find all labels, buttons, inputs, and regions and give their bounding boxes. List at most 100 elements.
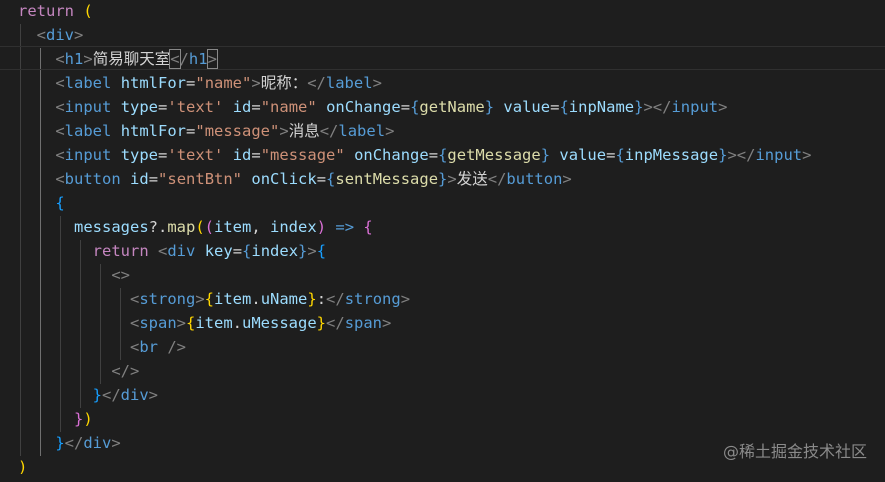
- code-token: htmlFor: [120, 122, 187, 140]
- code-token: getMessage: [447, 146, 541, 164]
- code-token: {: [438, 146, 448, 164]
- code-token: 发送: [456, 170, 488, 188]
- code-token: id: [130, 170, 149, 188]
- code-token: <: [55, 74, 65, 92]
- code-token: >: [148, 386, 159, 404]
- code-line[interactable]: <span>{item.uMessage}</span>: [18, 311, 391, 335]
- code-token: item: [195, 314, 233, 332]
- code-token: 昵称：: [260, 74, 308, 92]
- code-token: (: [83, 2, 93, 20]
- code-line[interactable]: }</div>: [18, 383, 158, 407]
- code-token: "message": [260, 146, 345, 164]
- code-token: </: [326, 290, 345, 308]
- code-token: id: [232, 146, 252, 164]
- code-line[interactable]: messages?.map((item, index) => {: [18, 215, 373, 239]
- code-token: >: [279, 122, 289, 140]
- code-line[interactable]: return (: [18, 0, 93, 23]
- code-token: inpName: [568, 98, 635, 116]
- code-token: >: [372, 74, 382, 92]
- code-token: {: [363, 218, 373, 236]
- code-token: "sentBtn": [158, 170, 243, 188]
- code-token: </>: [111, 362, 140, 380]
- code-line-current[interactable]: <h1>简易聊天室</h1>: [0, 46, 885, 70]
- code-token: label: [64, 122, 112, 140]
- code-token: {: [242, 242, 252, 260]
- code-token: span: [139, 314, 177, 332]
- code-line[interactable]: <>: [18, 263, 130, 287]
- code-token: }: [316, 314, 327, 332]
- code-token: </: [64, 434, 84, 452]
- code-token: return: [92, 242, 149, 260]
- code-line[interactable]: <br />: [18, 335, 186, 359]
- code-line[interactable]: {: [18, 191, 65, 215]
- code-token: inpMessage: [624, 146, 719, 164]
- code-token: <: [55, 50, 65, 68]
- code-token: label: [325, 74, 373, 92]
- code-token: {: [316, 242, 327, 260]
- code-token: >: [195, 290, 205, 308]
- code-token: messages: [74, 218, 149, 236]
- code-token: }: [484, 98, 495, 116]
- code-token: >: [83, 50, 93, 68]
- code-token: onChange: [326, 98, 401, 116]
- code-token: span: [344, 314, 383, 332]
- code-line[interactable]: }</div>: [18, 431, 121, 455]
- code-editor[interactable]: return ( <div> <h1>简易聊天室</h1> <label htm…: [0, 0, 885, 482]
- code-token: value: [503, 98, 551, 116]
- code-line[interactable]: <input type='text' id="name" onChange={g…: [18, 95, 727, 119]
- code-token: >: [400, 290, 411, 308]
- code-token: }: [55, 434, 65, 452]
- code-token: input: [64, 146, 112, 164]
- code-token: >: [176, 314, 186, 332]
- code-token: </: [487, 170, 507, 188]
- code-token: label: [64, 74, 112, 92]
- code-line[interactable]: <input type='text' id="message" onChange…: [18, 143, 811, 167]
- code-line[interactable]: return <div key={index}>{: [18, 239, 326, 263]
- code-token: <: [129, 338, 140, 356]
- code-token: }: [298, 242, 308, 260]
- code-token: ): [316, 218, 327, 236]
- code-line[interactable]: ): [18, 455, 27, 479]
- code-token: div: [46, 26, 75, 44]
- code-token: >: [562, 170, 572, 188]
- code-line[interactable]: <div>: [18, 23, 84, 47]
- code-token: onChange: [354, 146, 429, 164]
- code-line[interactable]: }): [18, 407, 93, 431]
- code-token: {: [615, 146, 625, 164]
- code-token: index: [251, 242, 299, 260]
- code-line[interactable]: </>: [18, 359, 139, 383]
- code-token: input: [671, 98, 719, 116]
- code-token: h1: [188, 50, 208, 68]
- code-line[interactable]: <button id="sentBtn" onClick={sentMessag…: [18, 167, 572, 191]
- code-token: sentMessage: [335, 170, 439, 188]
- code-line[interactable]: <label htmlFor="name">昵称：</label>: [18, 71, 382, 95]
- code-token: {: [55, 194, 65, 212]
- code-token: {: [410, 98, 420, 116]
- code-token: item: [214, 218, 252, 236]
- code-token: uName: [260, 290, 308, 308]
- code-token: {: [326, 170, 336, 188]
- code-token: htmlFor: [120, 74, 187, 92]
- code-line[interactable]: <strong>{item.uName}:</strong>: [18, 287, 410, 311]
- code-token: >: [74, 26, 84, 44]
- watermark: @稀土掘金技术社区: [722, 442, 867, 461]
- code-token: label: [338, 122, 386, 140]
- code-token: <: [36, 26, 47, 44]
- code-token: (: [195, 218, 205, 236]
- code-token: 'text': [167, 146, 224, 164]
- code-line[interactable]: <label htmlFor="message">消息</label>: [18, 119, 394, 143]
- code-token: ): [83, 410, 93, 428]
- code-token: ): [18, 458, 28, 476]
- code-token: (: [204, 218, 215, 236]
- code-token: getName: [419, 98, 485, 116]
- code-token: <: [55, 98, 65, 116]
- code-token: type: [120, 98, 159, 116]
- code-token: div: [83, 434, 112, 452]
- code-token: >: [718, 98, 728, 116]
- code-token: <: [55, 170, 65, 188]
- code-token: }: [438, 170, 448, 188]
- code-token: >: [111, 434, 121, 452]
- code-token: {: [204, 290, 215, 308]
- code-token: <: [55, 146, 65, 164]
- code-token: {: [186, 314, 196, 332]
